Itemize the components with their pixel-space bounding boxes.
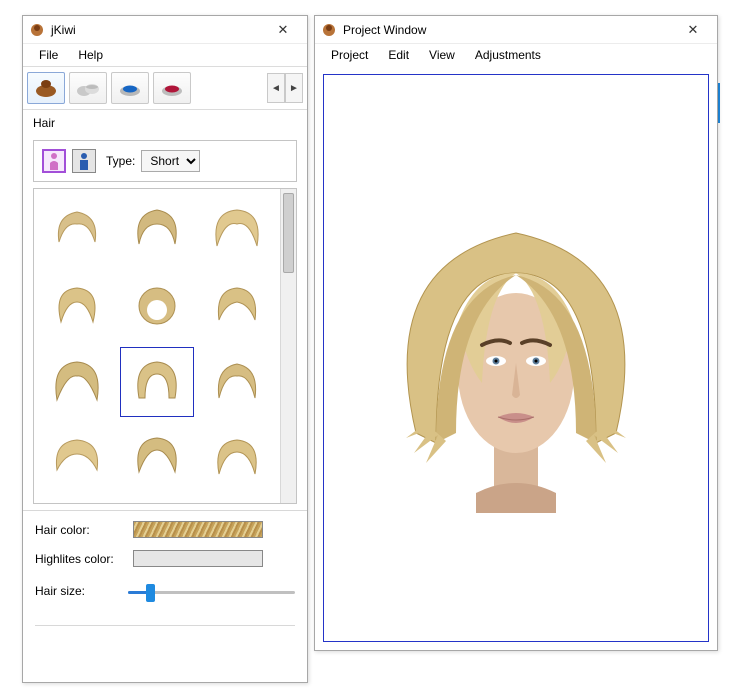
section-label: Hair [23,110,307,134]
toolbar-prev-icon[interactable]: ◄ [267,73,285,103]
type-label: Type: [106,154,135,168]
hair-thumb[interactable] [120,195,194,265]
menu-edit[interactable]: Edit [378,46,419,64]
hair-size-label: Hair size: [35,584,128,598]
toolbar-nav: ◄ ► [267,73,303,103]
gender-female-button[interactable] [42,149,66,173]
menu-view[interactable]: View [419,46,465,64]
app-icon [321,22,337,38]
category-toolbar: ◄ ► [23,66,307,110]
hair-gallery [33,188,297,504]
hair-thumb[interactable] [200,347,274,417]
project-canvas[interactable] [323,74,709,642]
hair-gallery-grid[interactable] [34,189,280,503]
gender-male-button[interactable] [72,149,96,173]
hair-size-row: Hair size: [35,579,295,603]
hair-thumb[interactable] [40,423,114,493]
window-title: jKiwi [51,23,265,37]
hair-thumb[interactable] [120,271,194,341]
menu-help[interactable]: Help [68,46,113,64]
menubar: File Help [23,44,307,66]
hair-color-swatch[interactable] [133,521,263,538]
hair-color-row: Hair color: [35,521,295,538]
hair-thumb[interactable] [40,271,114,341]
titlebar[interactable]: jKiwi ✕ [23,16,307,44]
close-icon[interactable]: ✕ [675,20,711,40]
titlebar[interactable]: Project Window ✕ [315,16,717,44]
project-window: Project Window ✕ Project Edit View Adjus… [314,15,718,651]
hair-controls: Type: Short [33,140,297,182]
toolbar-next-icon[interactable]: ► [285,73,303,103]
app-icon [29,22,45,38]
hair-thumb[interactable] [40,347,114,417]
tools-window: jKiwi ✕ File Help ◄ ► Hair Type: [22,15,308,683]
window-title: Project Window [343,23,675,37]
gallery-scrollbar[interactable] [280,189,296,503]
menu-file[interactable]: File [29,46,68,64]
hair-properties: Hair color: Highlites color: Hair size: [23,510,307,630]
menu-project[interactable]: Project [321,46,378,64]
hair-color-label: Hair color: [35,523,133,537]
hair-type-select[interactable]: Short [141,150,200,172]
model-preview [386,203,646,513]
highlights-color-swatch[interactable] [133,550,263,567]
hair-size-slider[interactable] [128,581,295,603]
hair-thumb[interactable] [200,271,274,341]
menubar: Project Edit View Adjustments [315,44,717,66]
hair-thumb[interactable] [40,195,114,265]
close-icon[interactable]: ✕ [265,20,301,40]
highlights-color-label: Highlites color: [35,552,133,566]
hair-thumb[interactable] [200,195,274,265]
category-hair-button[interactable] [27,72,65,104]
category-eyes-button[interactable] [111,72,149,104]
hair-thumb[interactable] [200,423,274,493]
hair-thumb[interactable] [120,423,194,493]
separator [35,625,295,626]
highlights-color-row: Highlites color: [35,550,295,567]
category-face-button[interactable] [69,72,107,104]
hair-thumb-selected[interactable] [120,347,194,417]
menu-adjustments[interactable]: Adjustments [465,46,551,64]
category-lips-button[interactable] [153,72,191,104]
